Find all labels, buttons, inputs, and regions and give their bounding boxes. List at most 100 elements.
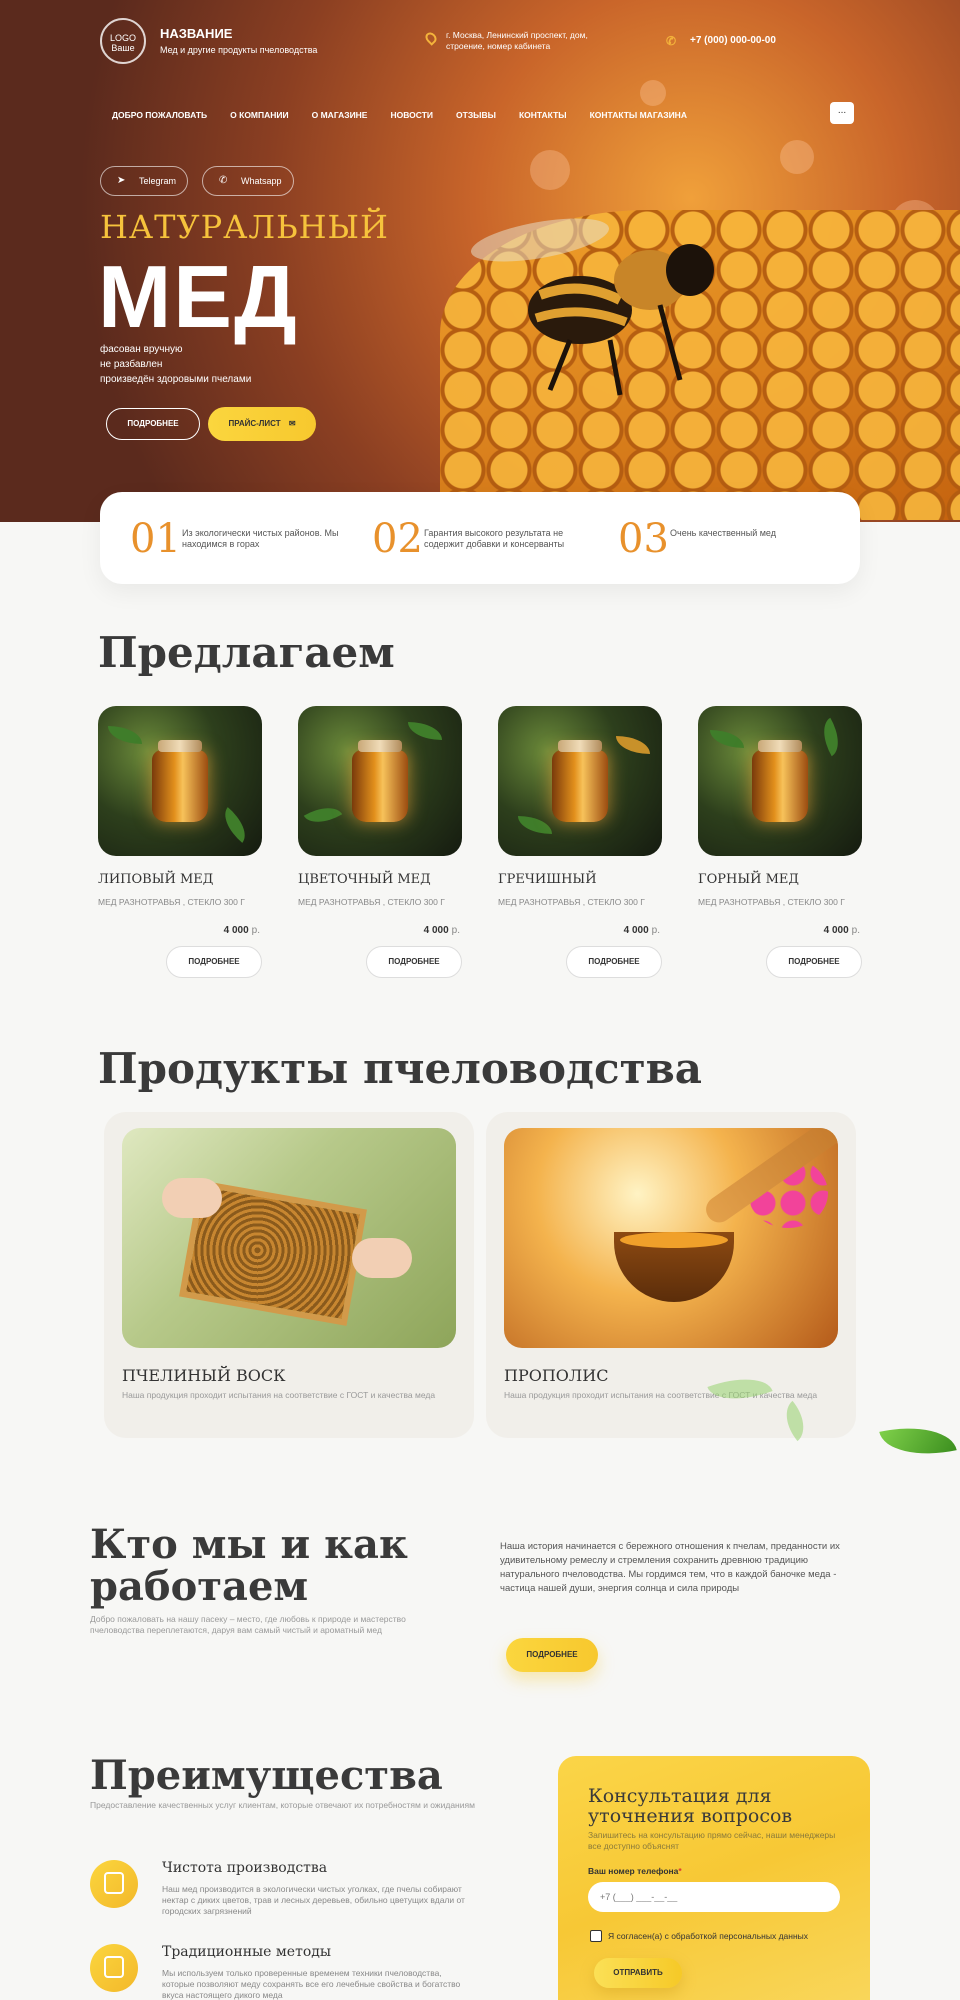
product-card[interactable]: ГОРНЫЙ МЕД МЕД РАЗНОТРАВЬЯ , СТЕКЛО 300 … [698,706,862,978]
product-image [498,706,662,856]
phone-input[interactable] [588,1882,840,1912]
telegram-label: Telegram [139,176,177,186]
phone-field-label: Ваш номер телефона* [588,1866,682,1876]
about-text: Наша история начинается с бережного отно… [500,1541,840,1594]
product-card[interactable]: ЦВЕТОЧНЫЙ МЕД МЕД РАЗНОТРАВЬЯ , СТЕКЛО 3… [298,706,462,978]
methods-icon [90,1944,138,1992]
stat-number: 01 [130,516,181,562]
phone-number: +7 (000) 000-00-00 [690,35,776,46]
product-more-button[interactable]: ПОДРОБНЕЕ [766,946,862,978]
honey-jar-image [752,740,808,822]
stat-text: Гарантия высокого результата не содержит… [424,528,565,549]
bokeh-light [780,140,814,174]
product-price: 4 000 р. [623,925,660,936]
nav-item-store-contacts[interactable]: КОНТАКТЫ МАГАЗИНА [590,110,687,120]
consent-label: Я согласен(а) с обработкой персональных … [608,1931,808,1941]
hero-features: фасован вручную не разбавлен произведён … [100,342,251,387]
address: г. Москва, Ленинский проспект, дом, стро… [423,30,606,52]
consent-checkbox[interactable] [590,1930,602,1942]
hero-feature: произведён здоровыми пчелами [100,374,252,385]
product-name: ГОРНЫЙ МЕД [698,872,799,887]
factory-icon [90,1860,138,1908]
telegram-button[interactable]: ➤ Telegram [100,166,188,196]
submit-button[interactable]: ОТПРАВИТЬ [594,1958,682,1988]
beekeeping-product-card[interactable]: ПЧЕЛИНЫЙ ВОСК Наша продукция проходит ис… [104,1112,474,1438]
bokeh-light [530,150,570,190]
propolis-image [504,1128,838,1348]
leaf-decoration [616,736,650,754]
consultation-subtitle: Запишитесь на консультацию прямо сейчас,… [588,1830,836,1851]
leaf-decoration [710,730,744,748]
bokeh-light [640,80,666,106]
nav-item-about-store[interactable]: О МАГАЗИНЕ [312,110,368,120]
stats-card: 01 Из экологически чистых районов. Мы на… [100,492,860,584]
consultation-form: Консультация для уточнения вопросов Запи… [558,1756,870,2000]
nav-item-about-company[interactable]: О КОМПАНИИ [230,110,288,120]
product-image [98,706,262,856]
product-image [698,706,862,856]
main-nav: ДОБРО ПОЖАЛОВАТЬ О КОМПАНИИ О МАГАЗИНЕ Н… [112,110,687,120]
address-text: г. Москва, Ленинский проспект, дом, стро… [446,30,588,51]
about-title: Кто мы и как работаем [90,1521,408,1610]
logo[interactable]: LOGO Ваше [100,18,146,64]
about-subtitle: Добро пожаловать на нашу пасеку – место,… [90,1614,406,1635]
product-card[interactable]: ГРЕЧИШНЫЙ МЕД РАЗНОТРАВЬЯ , СТЕКЛО 300 Г… [498,706,662,978]
leaf-decoration [879,1416,957,1466]
phone-label-text: Ваш номер телефона [588,1866,679,1876]
stat-number: 02 [372,516,423,562]
whatsapp-icon: ✆ [219,175,228,186]
consultation-title: Консультация для уточнения вопросов [588,1785,793,1827]
nav-item-welcome[interactable]: ДОБРО ПОЖАЛОВАТЬ [112,110,207,120]
advantage-text: Наш мед производится в экологически чист… [162,1884,465,1916]
offers-title: Предлагаем [98,628,395,677]
product-description: МЕД РАЗНОТРАВЬЯ , СТЕКЛО 300 Г [698,897,845,907]
product-more-button[interactable]: ПОДРОБНЕЕ [566,946,662,978]
stat-text: Из экологически чистых районов. Мы наход… [182,528,339,549]
advantages-subtitle: Предоставление качественных услуг клиент… [90,1800,475,1810]
more-menu-button[interactable]: ... [830,102,854,124]
product-more-button[interactable]: ПОДРОБНЕЕ [366,946,462,978]
leaf-decoration [216,807,254,843]
product-name: ЛИПОВЫЙ МЕД [98,872,214,887]
phone-icon: ✆ [666,34,677,48]
hero-kicker: НАТУРАЛЬНЫЙ [100,208,389,246]
honey-jar-image [352,740,408,822]
product-card[interactable]: ЛИПОВЫЙ МЕД МЕД РАЗНОТРАВЬЯ , СТЕКЛО 300… [98,706,262,978]
nav-item-reviews[interactable]: ОТЗЫВЫ [456,110,496,120]
advantage-title: Чистота производства [162,1860,328,1876]
logo-subtext: Ваше [111,43,135,53]
hero-more-button[interactable]: ПОДРОБНЕЕ [106,408,200,440]
beekeeping-product-description: Наша продукция проходит испытания на соо… [122,1390,436,1400]
whatsapp-button[interactable]: ✆ Whatsapp [202,166,294,196]
brand-name: НАЗВАНИЕ [160,26,233,41]
product-description: МЕД РАЗНОТРАВЬЯ , СТЕКЛО 300 Г [98,897,245,907]
beekeeping-product-name: ПРОПОЛИС [504,1366,609,1385]
product-description: МЕД РАЗНОТРАВЬЯ , СТЕКЛО 300 Г [498,897,645,907]
hand [352,1238,412,1278]
phone[interactable]: ✆ +7 (000) 000-00-00 [666,34,776,48]
leaf-decoration [303,798,343,832]
stat-number: 03 [618,516,669,562]
beekeeping-product-card[interactable]: ПРОПОЛИС Наша продукция проходит испытан… [486,1112,856,1438]
required-marker: * [678,1866,682,1876]
price-list-button[interactable]: ПРАЙС-ЛИСТ ✉ [208,407,316,441]
beekeeping-product-name: ПЧЕЛИНЫЙ ВОСК [122,1366,286,1385]
product-price: 4 000 р. [423,925,460,936]
honey-jar-image [552,740,608,822]
product-description: МЕД РАЗНОТРАВЬЯ , СТЕКЛО 300 Г [298,897,445,907]
about-more-button[interactable]: ПОДРОБНЕЕ [506,1638,598,1672]
mail-icon: ✉ [288,419,296,428]
hero-feature: не разбавлен [100,359,163,370]
nav-item-contacts[interactable]: КОНТАКТЫ [519,110,567,120]
leaf-decoration [814,717,848,757]
nav-item-news[interactable]: НОВОСТИ [390,110,433,120]
logo-text: LOGO [109,33,136,43]
product-more-button[interactable]: ПОДРОБНЕЕ [166,946,262,978]
product-price: 4 000 р. [223,925,260,936]
leaf-decoration [408,722,442,740]
brand: НАЗВАНИЕ Мед и другие продукты пчеловодс… [160,26,317,55]
price-list-label: ПРАЙС-ЛИСТ [228,419,281,428]
product-name: ЦВЕТОЧНЫЙ МЕД [298,872,431,887]
honey-bowl [614,1232,734,1302]
hero-title: МЕД [98,247,299,346]
